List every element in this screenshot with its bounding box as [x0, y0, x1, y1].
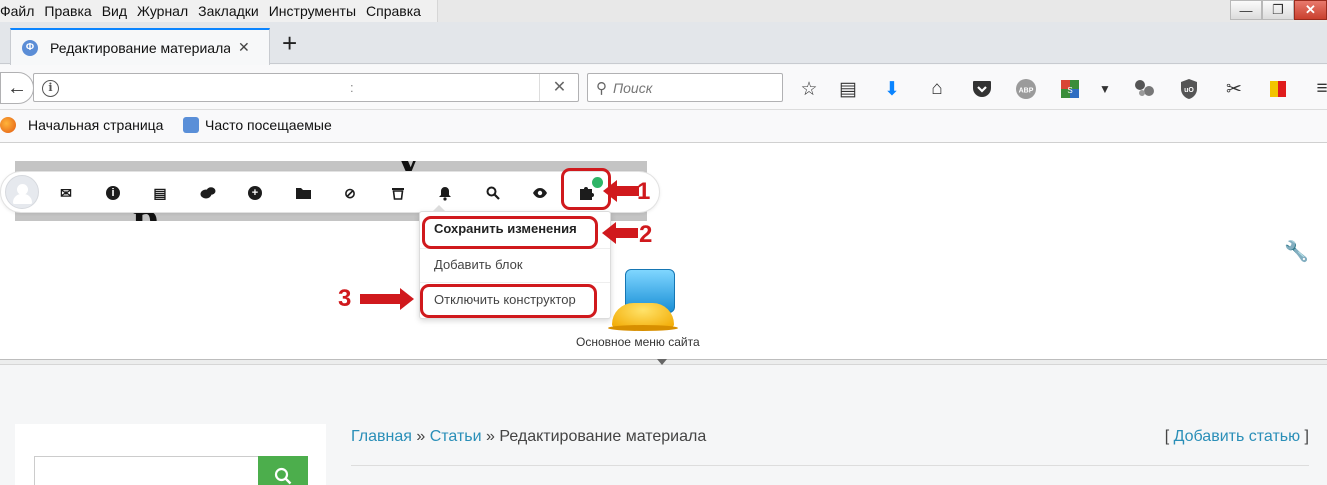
- bookmark-label: Часто посещаемые: [205, 117, 332, 133]
- ublock-icon[interactable]: uO: [1177, 77, 1201, 101]
- menu-help[interactable]: Справка: [366, 3, 427, 19]
- note-icon[interactable]: ▤: [149, 182, 171, 204]
- content-divider: [351, 465, 1309, 466]
- star-icon[interactable]: ☆: [797, 77, 821, 101]
- site-info-icon[interactable]: i: [42, 80, 59, 97]
- reader-icon[interactable]: ▤: [836, 77, 860, 101]
- menu-edit[interactable]: Правка: [44, 3, 97, 19]
- tab-title: Редактирование материала: [50, 39, 230, 56]
- menu-tools[interactable]: Инструменты: [269, 3, 362, 19]
- menu-file[interactable]: Файл: [0, 3, 40, 19]
- most-visited-icon: [183, 117, 199, 133]
- window-controls: — ❐ ✕: [1230, 0, 1327, 20]
- eye-icon[interactable]: [529, 182, 551, 204]
- menu-bar: Файл Правка Вид Журнал Закладки Инструме…: [0, 0, 1327, 22]
- breadcrumb: Главная » Статьи » Редактирование матери…: [351, 428, 706, 446]
- bookmark-most-visited[interactable]: Часто посещаемые: [183, 117, 332, 133]
- tab-active[interactable]: Φ Редактирование материала ✕: [10, 28, 270, 65]
- pocket-icon[interactable]: [970, 77, 994, 101]
- screenshot-icon[interactable]: ✂: [1222, 77, 1246, 101]
- annotation-arrow-2: [602, 222, 638, 244]
- site-favicon-icon: Φ: [22, 39, 38, 56]
- folder-icon[interactable]: [292, 182, 314, 204]
- svg-text:uO: uO: [1184, 87, 1194, 94]
- svg-text:S: S: [1067, 86, 1072, 95]
- breadcrumb-separator: »: [481, 428, 500, 445]
- menu-view[interactable]: Вид: [102, 3, 133, 19]
- menu-divider: [420, 282, 610, 283]
- back-arrow-icon: ←: [7, 76, 27, 99]
- breadcrumb-home[interactable]: Главная: [351, 428, 412, 445]
- avatar[interactable]: [5, 175, 39, 209]
- mail-icon[interactable]: ✉: [55, 182, 77, 204]
- annotation-number-2: 2: [639, 221, 653, 248]
- clear-url-icon[interactable]: ✕: [539, 74, 579, 101]
- url-bar[interactable]: i : ✕: [33, 73, 579, 102]
- cloche-icon: [612, 303, 674, 327]
- search-icon[interactable]: [482, 182, 504, 204]
- home-icon[interactable]: ⌂: [925, 77, 949, 101]
- extensions-icon[interactable]: [1133, 77, 1157, 101]
- bracket-open: [: [1164, 428, 1174, 445]
- minimize-button[interactable]: —: [1230, 0, 1262, 20]
- tab-close-icon[interactable]: ✕: [238, 39, 250, 56]
- search-icon: [274, 467, 292, 485]
- back-button[interactable]: ←: [0, 72, 34, 104]
- search-icon: ⚲: [596, 79, 607, 97]
- download-icon[interactable]: ⬇: [880, 77, 904, 101]
- flag-icon[interactable]: [1266, 77, 1290, 101]
- trash-icon[interactable]: [387, 182, 409, 204]
- site-menu-widget[interactable]: [608, 267, 678, 333]
- bracket-close: ]: [1300, 428, 1309, 445]
- menu-bookmarks[interactable]: Закладки: [198, 3, 265, 19]
- tab-strip: Φ Редактирование материала ✕ +: [0, 22, 1327, 65]
- annotation-number-3: 3: [338, 285, 352, 312]
- breadcrumb-current: Редактирование материала: [499, 428, 707, 445]
- plate-icon: [608, 325, 678, 331]
- caret-down-icon[interactable]: [657, 359, 667, 365]
- menu-items: Файл Правка Вид Журнал Закладки Инструме…: [0, 0, 438, 22]
- close-window-button[interactable]: ✕: [1294, 0, 1327, 20]
- adblock-icon[interactable]: ABP: [1014, 77, 1038, 101]
- add-article-link[interactable]: Добавить статью: [1174, 428, 1301, 445]
- annotation-arrow-3: [360, 288, 414, 310]
- extension-icon[interactable]: S: [1058, 77, 1082, 101]
- annotation-arrow-1: [603, 180, 639, 202]
- add-article-link-wrap: [ Добавить статью ]: [1165, 428, 1309, 446]
- url-text: :: [350, 80, 354, 95]
- bell-icon[interactable]: [434, 182, 456, 204]
- maximize-button[interactable]: ❐: [1262, 0, 1294, 20]
- bookmark-label: Начальная страница: [28, 117, 164, 133]
- site-menu-caption[interactable]: Основное меню сайта: [576, 335, 700, 349]
- sidebar-search-panel: [15, 424, 326, 485]
- search-input[interactable]: [613, 79, 773, 96]
- annotation-number-1: 1: [637, 178, 651, 205]
- puzzle-icon: [578, 184, 596, 205]
- blocked-icon[interactable]: ⊘: [339, 182, 361, 204]
- add-block-item[interactable]: Добавить блок: [434, 257, 523, 272]
- navigation-bar: ← i : ✕ ⚲ ☆ ▤ ⬇ ⌂ ABP S ▼ uO ✂ ≡: [0, 65, 1327, 110]
- breadcrumb-articles[interactable]: Статьи: [430, 428, 482, 445]
- comments-icon[interactable]: [197, 182, 219, 204]
- breadcrumb-separator: »: [411, 428, 430, 445]
- site-search-input[interactable]: [34, 456, 260, 485]
- firefox-icon: [0, 117, 16, 133]
- site-search-button[interactable]: [258, 456, 308, 485]
- info-icon[interactable]: i: [102, 182, 124, 204]
- wrench-icon[interactable]: 🔧: [1284, 239, 1309, 264]
- status-dot: [592, 177, 603, 188]
- page-header-area: ў р ✉ i ▤ + ⊘ 1: [0, 143, 1327, 359]
- new-tab-button[interactable]: +: [282, 30, 297, 56]
- search-bar[interactable]: ⚲: [587, 73, 783, 102]
- add-icon[interactable]: +: [244, 182, 266, 204]
- dropdown-icon[interactable]: ▼: [1093, 77, 1117, 101]
- svg-text:ABP: ABP: [1019, 88, 1034, 95]
- bookmarks-bar: Начальная страница Часто посещаемые: [0, 110, 1327, 143]
- menu-history[interactable]: Журнал: [137, 3, 194, 19]
- annotation-ring-disable: [420, 284, 597, 318]
- bookmark-home-page[interactable]: Начальная страница: [0, 117, 163, 133]
- menu-icon[interactable]: ≡: [1310, 77, 1327, 101]
- annotation-ring-save: [422, 216, 598, 249]
